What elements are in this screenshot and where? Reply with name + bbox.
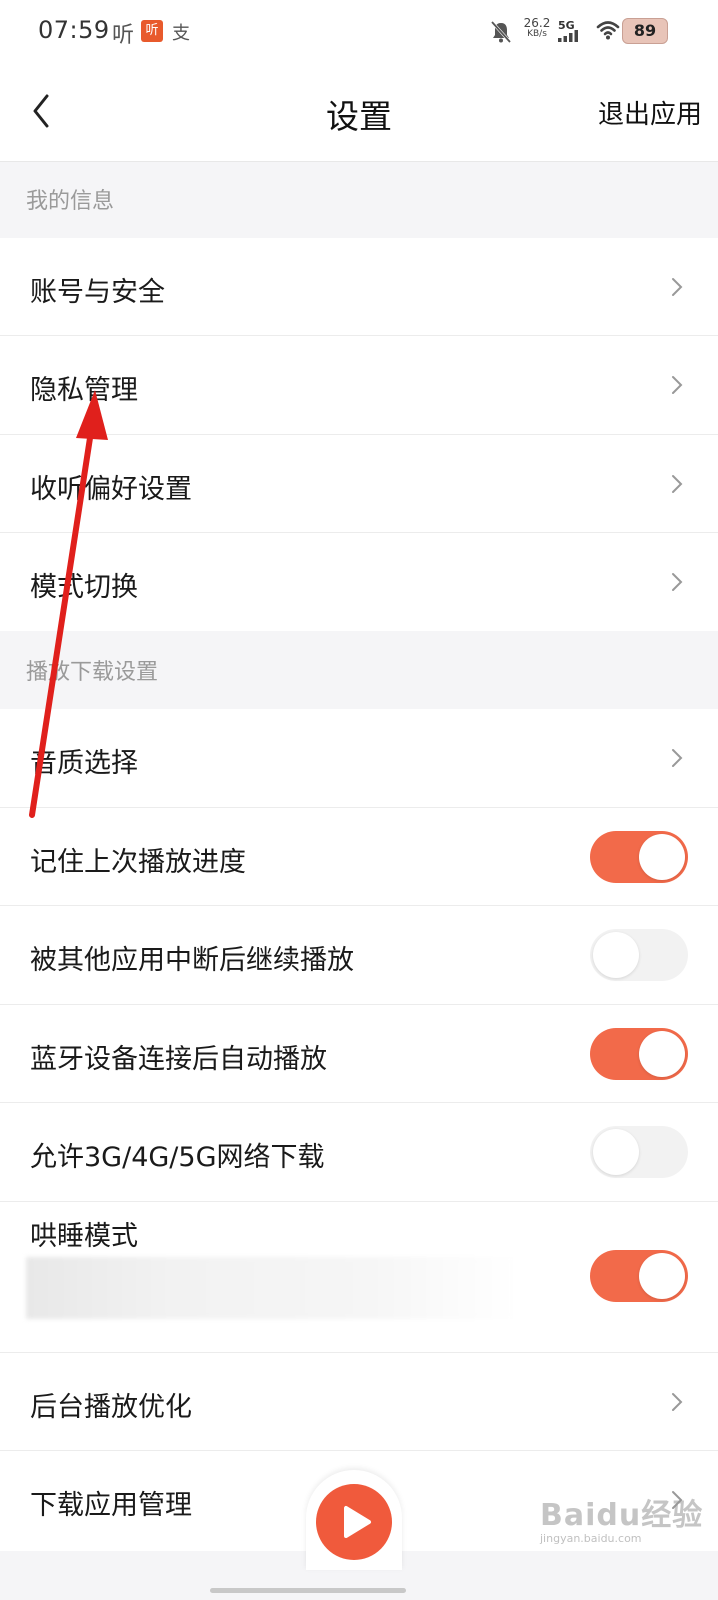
settings-row-audio-quality[interactable]: 音质选择 (0, 709, 718, 808)
settings-row-bluetooth-autoplay: 蓝牙设备连接后自动播放 (0, 1005, 718, 1103)
mute-bell-icon (490, 20, 512, 44)
chevron-right-icon (672, 1393, 683, 1411)
network-speed: 26.2 KB/s (522, 16, 552, 40)
resume-after-interrupt-toggle[interactable] (590, 929, 688, 981)
chevron-right-icon (672, 475, 683, 493)
section-title: 播放下载设置 (26, 660, 159, 685)
settings-row-mode-switch[interactable]: 模式切换 (0, 533, 718, 631)
row-label: 收听偏好设置 (30, 474, 192, 505)
exit-app-button[interactable]: 退出应用 (598, 94, 702, 131)
toggle-knob (639, 1031, 685, 1077)
settings-row-listening-preferences[interactable]: 收听偏好设置 (0, 435, 718, 533)
toggle-knob (639, 834, 685, 880)
chevron-right-icon (672, 376, 683, 394)
toggle-knob (593, 932, 639, 978)
chevron-right-icon (672, 278, 683, 296)
sleep-mode-toggle[interactable] (590, 1250, 688, 1302)
row-label: 哄睡模式 (30, 1221, 138, 1252)
network-speed-unit: KB/s (527, 29, 547, 39)
mobile-download-toggle[interactable] (590, 1126, 688, 1178)
chevron-right-icon (672, 573, 683, 591)
watermark-logo: Baidu经验 (540, 1498, 704, 1533)
watermark-url: jingyan.baidu.com (540, 1532, 642, 1545)
row-label: 记住上次播放进度 (30, 847, 246, 878)
row-label: 蓝牙设备连接后自动播放 (30, 1044, 327, 1075)
toggle-knob (593, 1129, 639, 1175)
floating-player[interactable] (306, 1470, 402, 1570)
play-button[interactable] (316, 1484, 392, 1560)
row-label: 允许3G/4G/5G网络下载 (30, 1142, 325, 1173)
settings-row-mobile-download: 允许3G/4G/5G网络下载 (0, 1103, 718, 1202)
blurred-description (26, 1257, 516, 1319)
home-indicator (210, 1588, 406, 1593)
remember-progress-toggle[interactable] (590, 831, 688, 883)
settings-row-remember-progress: 记住上次播放进度 (0, 808, 718, 906)
toggle-knob (639, 1253, 685, 1299)
settings-row-account-security[interactable]: 账号与安全 (0, 238, 718, 336)
row-label: 后台播放优化 (30, 1392, 192, 1423)
section-header-my-info: 我的信息 (0, 162, 718, 238)
section-header-playback-download: 播放下载设置 (0, 631, 718, 709)
settings-row-background-playback[interactable]: 后台播放优化 (0, 1353, 718, 1451)
status-time: 07:59 (38, 16, 110, 44)
play-icon (344, 1506, 371, 1538)
section-title: 我的信息 (26, 189, 115, 214)
settings-row-privacy[interactable]: 隐私管理 (0, 336, 718, 435)
settings-row-resume-after-interrupt: 被其他应用中断后继续播放 (0, 906, 718, 1005)
app-notification-icon: 听 (141, 20, 163, 42)
network-speed-value: 26.2 (523, 16, 551, 30)
signal-icon (558, 30, 578, 42)
wifi-icon (596, 21, 620, 40)
battery-icon: 89 (622, 18, 668, 44)
nav-bar: 设置 退出应用 (0, 64, 718, 162)
row-label: 音质选择 (30, 748, 138, 779)
app-notification-icon: 听 (112, 23, 135, 48)
app-notification-icon: 支 (172, 23, 190, 44)
row-label: 账号与安全 (30, 277, 165, 308)
bluetooth-autoplay-toggle[interactable] (590, 1028, 688, 1080)
row-label: 模式切换 (30, 572, 138, 603)
row-label: 被其他应用中断后继续播放 (30, 945, 354, 976)
status-bar: 07:59 听 听 支 26.2 KB/s 5G 89 (0, 0, 718, 64)
row-label: 下载应用管理 (30, 1490, 192, 1521)
battery-level: 89 (633, 21, 657, 40)
row-label: 隐私管理 (30, 375, 138, 406)
chevron-right-icon (672, 749, 683, 767)
